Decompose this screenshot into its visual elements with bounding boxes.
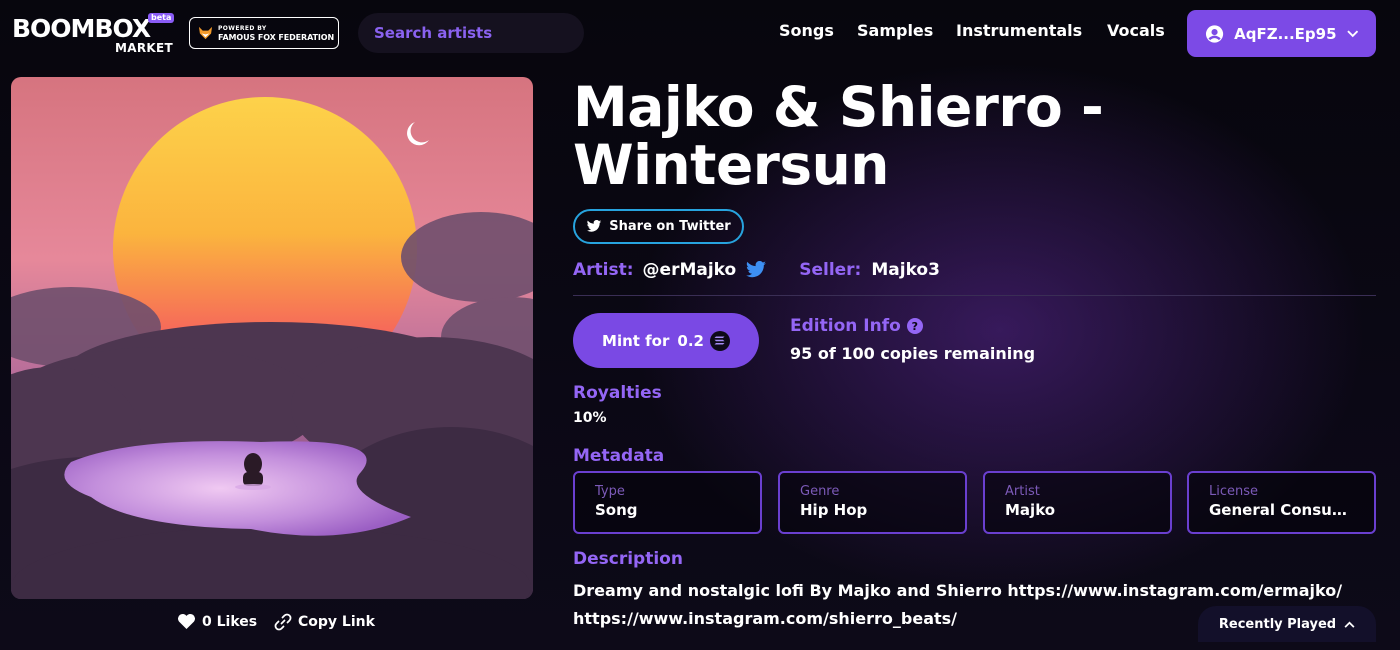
nav-vocals[interactable]: Vocals <box>1107 20 1165 42</box>
logo-subtext: MARKET <box>115 41 173 55</box>
metadata-value: General Consumer <box>1209 501 1359 519</box>
heart-icon <box>178 613 195 630</box>
metadata-value: Song <box>595 501 638 519</box>
recently-played-button[interactable]: Recently Played <box>1198 606 1376 642</box>
beta-badge: beta <box>148 13 175 23</box>
nav-instrumentals[interactable]: Instrumentals <box>956 20 1082 42</box>
metadata-key: License <box>1209 484 1259 499</box>
link-icon <box>274 613 292 631</box>
twitter-icon <box>587 220 602 232</box>
fox-icon <box>198 26 213 40</box>
likes-count: 0 Likes <box>202 613 258 630</box>
solana-icon <box>709 330 730 351</box>
royalties-value: 10% <box>573 410 607 426</box>
search-input[interactable] <box>358 13 584 53</box>
famous-fox-badge[interactable]: POWERED BY FAMOUS FOX FEDERATION <box>189 17 339 49</box>
description-label: Description <box>573 549 683 569</box>
artist-handle[interactable]: @erMajko <box>643 258 737 282</box>
edition-info: Edition Info ? <box>790 316 923 336</box>
metadata-value: Hip Hop <box>800 501 868 519</box>
nav-songs[interactable]: Songs <box>779 20 834 42</box>
likes-button[interactable]: 0 Likes <box>177 613 257 630</box>
wallet-address: AqFZ...Ep95 <box>1234 24 1337 43</box>
seller-label: Seller: <box>799 260 862 280</box>
share-twitter-label: Share on Twitter <box>609 219 731 234</box>
help-icon[interactable]: ? <box>906 318 923 334</box>
chevron-up-icon <box>1344 621 1355 628</box>
twitter-icon[interactable] <box>745 261 767 279</box>
royalties-label: Royalties <box>573 383 662 403</box>
recently-played-label: Recently Played <box>1218 616 1337 632</box>
metadata-key: Type <box>595 484 625 499</box>
album-art <box>11 77 533 599</box>
seller-name[interactable]: Majko3 <box>871 258 940 282</box>
boombox-logo[interactable]: BOOMBOX beta MARKET <box>12 13 175 57</box>
copy-link-button[interactable]: Copy Link <box>274 613 375 631</box>
metadata-value: Majko <box>1005 501 1056 519</box>
powered-by-text: POWERED BY <box>218 25 267 32</box>
artist-seller-row: Artist: @erMajko Seller: Majko3 <box>573 258 940 282</box>
famous-fox-text: FAMOUS FOX FEDERATION <box>218 33 335 42</box>
metadata-label: Metadata <box>573 446 665 466</box>
divider <box>573 295 1376 296</box>
user-icon <box>1205 24 1224 43</box>
metadata-artist: Artist Majko <box>983 471 1172 534</box>
mint-price: 0.2 <box>677 331 704 350</box>
metadata-genre: Genre Hip Hop <box>778 471 967 534</box>
nav-samples[interactable]: Samples <box>857 20 933 42</box>
metadata-license: License General Consumer <box>1187 471 1376 534</box>
metadata-key: Genre <box>800 484 840 499</box>
edition-remaining: 95 of 100 copies remaining <box>790 344 1036 363</box>
wallet-button[interactable]: AqFZ...Ep95 <box>1187 10 1376 57</box>
copy-link-label: Copy Link <box>298 614 375 630</box>
metadata-type: Type Song <box>573 471 762 534</box>
chevron-down-icon <box>1346 29 1358 37</box>
logo-text: BOOMBOX <box>12 14 151 43</box>
artist-label: Artist: <box>573 260 634 280</box>
metadata-key: Artist <box>1005 484 1040 499</box>
track-title: Majko & Shierro - Wintersun <box>573 75 1104 197</box>
edition-info-label: Edition Info <box>790 316 901 336</box>
mint-label: Mint for <box>602 331 670 350</box>
mint-button[interactable]: Mint for 0.2 <box>573 313 759 368</box>
share-twitter-button[interactable]: Share on Twitter <box>573 209 744 244</box>
